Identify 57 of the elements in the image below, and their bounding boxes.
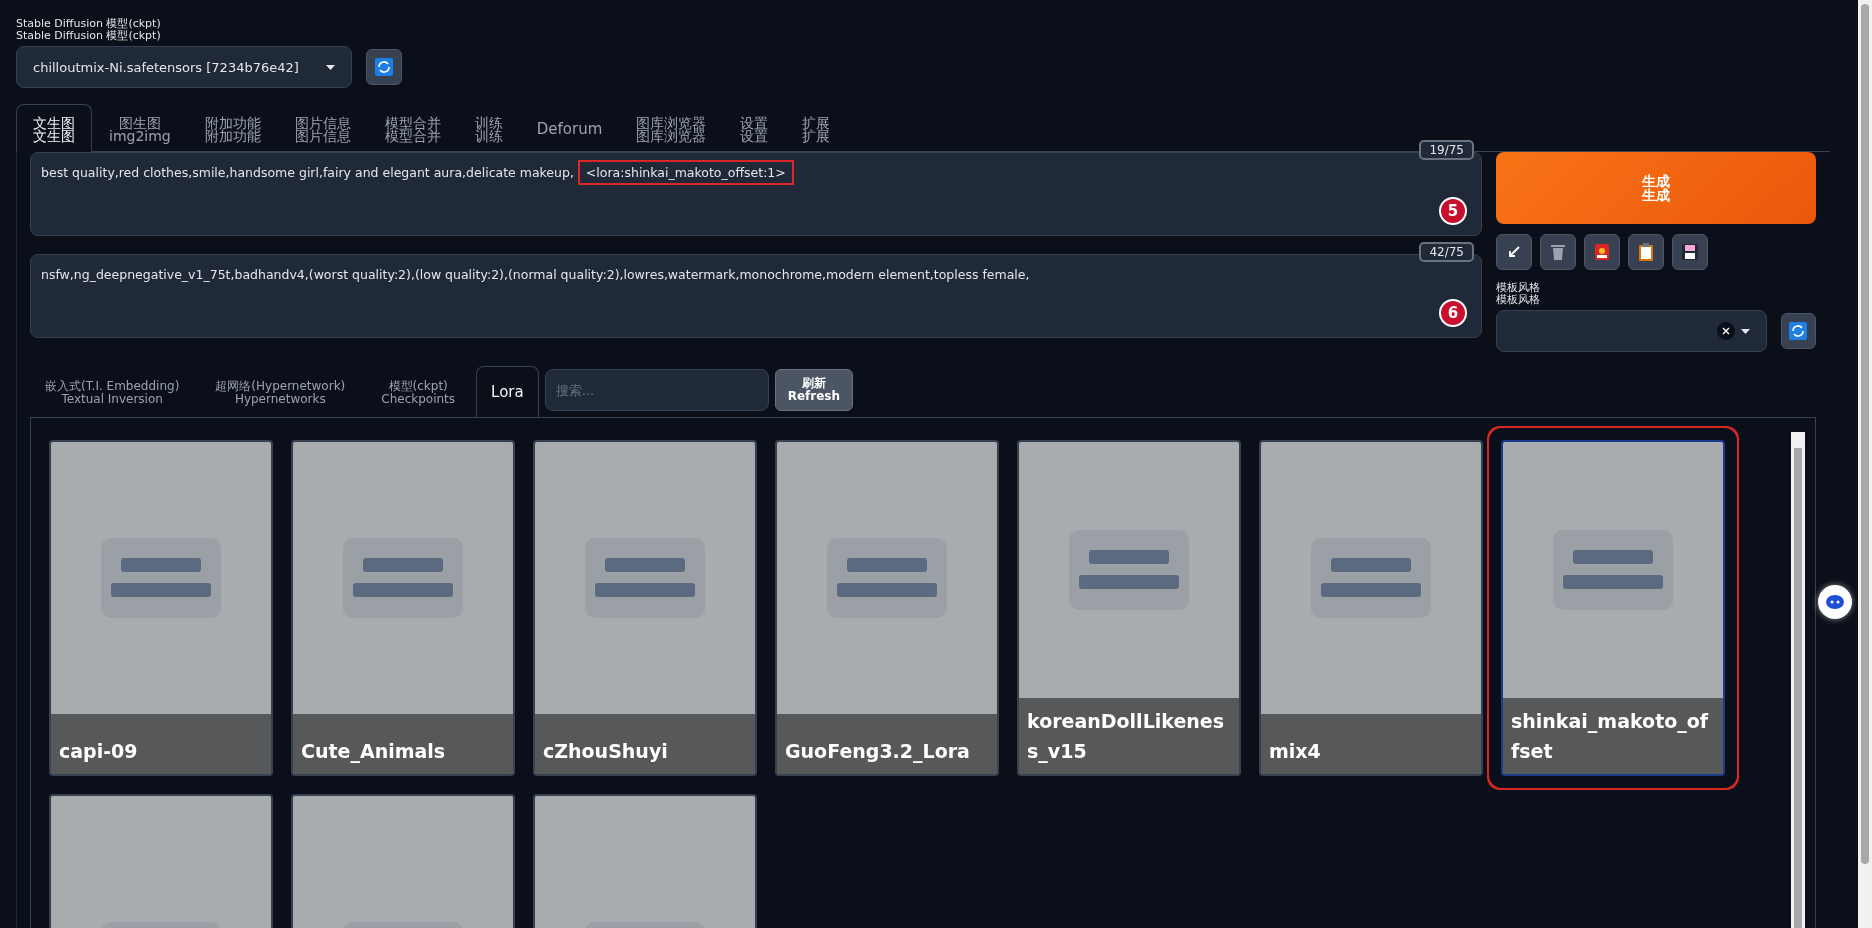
card-title: mix4 <box>1261 714 1481 774</box>
tab[interactable]: 超网络(Hypernetwork) Hypernetworks <box>200 366 361 418</box>
arrow-icon <box>1507 245 1521 259</box>
chat-bubble-icon[interactable] <box>1818 585 1852 619</box>
scrollbar[interactable] <box>1791 432 1805 928</box>
tab[interactable]: 图库浏览器 图库浏览器 <box>619 104 724 152</box>
card-title: GuoFeng3.2_Lora <box>777 714 997 774</box>
model-label: Stable Diffusion 模型(ckpt) Stable Diffusion 模型(ckpt) <box>16 18 162 42</box>
number-marker: 6 <box>1439 299 1467 327</box>
lora-card[interactable]: mix4 <box>1259 440 1483 776</box>
card-title: capi-09 <box>51 714 271 774</box>
trash-icon <box>1550 243 1566 261</box>
scrollbar-thumb[interactable] <box>1861 4 1869 864</box>
tab[interactable]: 训练 训练 <box>457 104 520 152</box>
tool-button[interactable] <box>1628 234 1664 270</box>
tab[interactable]: 扩展 扩展 <box>785 104 848 152</box>
refresh-icon <box>375 58 393 76</box>
caret-icon <box>1741 328 1750 334</box>
tab[interactable]: Deforum <box>519 104 620 152</box>
tab[interactable]: 模型合并 模型合并 <box>367 104 458 152</box>
clipboard-icon <box>1638 243 1654 261</box>
clear-icon <box>1717 322 1735 340</box>
refresh-style-button[interactable] <box>1781 313 1816 349</box>
tool-button[interactable] <box>1584 234 1620 270</box>
style-label: 模板风格 模板风格 <box>1496 282 1541 306</box>
card-title: Cute_Animals <box>293 714 513 774</box>
refresh-model-button[interactable] <box>366 49 402 85</box>
card-title: koreanDollLikeness_v15 <box>1019 698 1239 774</box>
number-marker: 5 <box>1439 197 1467 225</box>
tab[interactable]: 文生图 文生图 <box>16 104 92 152</box>
page-scrollbar[interactable] <box>1858 0 1872 928</box>
lora-card[interactable]: koreanDollLikeness_v15 <box>1017 440 1241 776</box>
tab[interactable]: 图片信息 图片信息 <box>277 104 368 152</box>
token-counter: 42/75 <box>1419 242 1474 262</box>
tool-button[interactable] <box>1496 234 1532 270</box>
lora-card[interactable]: Cute_Animals <box>291 440 515 776</box>
lora-card[interactable]: cZhouShuyi <box>533 440 757 776</box>
model-dropdown[interactable]: chilloutmix-Ni.safetensors [7234b76e42] <box>16 46 352 88</box>
caret-icon <box>326 64 335 70</box>
tab[interactable]: 附加功能 附加功能 <box>187 104 278 152</box>
lora-card[interactable]: GuoFeng3.2_Lora <box>775 440 999 776</box>
tool-button[interactable] <box>1540 234 1576 270</box>
card-title: shinkai_makoto_offset <box>1503 698 1723 774</box>
tab[interactable]: Lora <box>476 366 539 418</box>
search-field[interactable]: 搜索... <box>544 369 769 411</box>
card-title: cZhouShuyi <box>535 714 755 774</box>
lora-card[interactable]: capi-09 <box>49 440 273 776</box>
tool-button[interactable] <box>1672 234 1708 270</box>
tab[interactable]: 嵌入式(T.I. Embedding) Textual Inversion <box>30 366 195 418</box>
tab[interactable]: 模型(ckpt) Checkpoints <box>366 366 471 418</box>
card-icon <box>1594 243 1610 261</box>
tab[interactable]: 图生图 img2img <box>92 104 188 152</box>
tab[interactable]: 设置 设置 <box>723 104 786 152</box>
refresh-button[interactable]: 刷新 Refresh <box>774 369 854 411</box>
refresh-icon <box>1789 322 1808 340</box>
scrollbar-thumb[interactable] <box>1794 448 1802 928</box>
token-counter: 19/75 <box>1419 140 1474 160</box>
